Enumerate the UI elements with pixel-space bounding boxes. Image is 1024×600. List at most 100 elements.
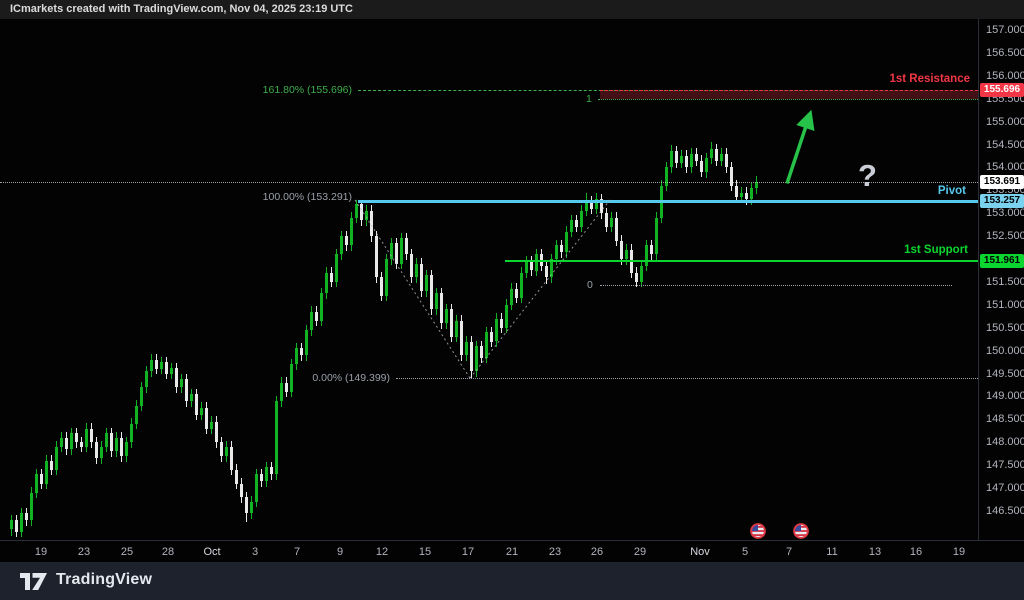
candle <box>80 442 83 447</box>
candle <box>615 218 618 241</box>
tradingview-logo-icon[interactable] <box>20 573 48 595</box>
up-arrow-annotation <box>787 117 809 183</box>
candle <box>755 182 758 188</box>
candle <box>505 305 508 328</box>
footer-bar: TradingView <box>0 562 1024 600</box>
resistance-label[interactable]: 1st Resistance <box>889 73 970 85</box>
candle <box>90 429 93 443</box>
extension-0-line[interactable] <box>600 285 952 286</box>
time-tick: 29 <box>634 546 646 558</box>
candle <box>135 406 138 424</box>
candle <box>750 188 753 199</box>
candle <box>735 186 738 197</box>
candle <box>745 193 748 200</box>
last-price-box: 153.691 <box>980 175 1024 189</box>
candle <box>355 204 358 218</box>
candle <box>700 161 703 172</box>
candle <box>530 261 533 270</box>
extension-1-line[interactable] <box>598 99 978 100</box>
time-tick: 21 <box>506 546 518 558</box>
candle <box>710 149 713 158</box>
candle <box>105 433 108 447</box>
candle <box>510 289 513 305</box>
candle <box>230 447 233 470</box>
candle <box>150 360 153 371</box>
chart-canvas[interactable]: 1st Resistance 161.80% (155.696) 1 Pivot… <box>0 19 978 540</box>
candle <box>580 211 583 227</box>
tradingview-chart-screenshot: ICmarkets created with TradingView.com, … <box>0 0 1024 600</box>
candle <box>10 520 13 529</box>
candle <box>415 264 418 278</box>
candle <box>405 238 408 254</box>
price-tick: 147.500 <box>986 459 1024 471</box>
candle <box>305 330 308 355</box>
candle <box>515 289 518 298</box>
candle <box>570 220 573 231</box>
extension-0-label: 0 <box>587 279 593 291</box>
time-axis[interactable]: 19232528Oct37912151721232629Nov571113161… <box>0 540 1024 563</box>
candle <box>495 319 498 342</box>
price-tick: 156.000 <box>986 70 1024 82</box>
pivot-price-box: 153.257 <box>980 194 1024 208</box>
candle <box>395 243 398 264</box>
candle <box>610 218 613 227</box>
time-tick: 26 <box>591 546 603 558</box>
price-tick: 155.000 <box>986 116 1024 128</box>
candle <box>620 241 623 259</box>
price-tick: 157.000 <box>986 24 1024 36</box>
price-tick: 151.500 <box>986 276 1024 288</box>
price-tick: 150.500 <box>986 322 1024 334</box>
candle <box>425 275 428 291</box>
price-tick: 149.000 <box>986 390 1024 402</box>
resistance-price-box: 155.696 <box>980 83 1024 97</box>
price-tick: 146.500 <box>986 505 1024 517</box>
resistance-line[interactable] <box>600 90 978 91</box>
chart-title: ICmarkets created with TradingView.com, … <box>10 0 353 19</box>
candle <box>125 442 128 456</box>
support-line[interactable] <box>505 260 978 262</box>
last-price-line <box>0 182 978 183</box>
candle <box>215 422 218 443</box>
candle <box>740 193 743 198</box>
price-tick: 149.500 <box>986 368 1024 380</box>
candle <box>375 236 378 277</box>
time-tick: 25 <box>121 546 133 558</box>
candle <box>500 319 503 328</box>
time-tick: 13 <box>869 546 881 558</box>
candle <box>635 273 638 282</box>
support-label[interactable]: 1st Support <box>904 244 968 256</box>
candle <box>180 379 183 387</box>
candle <box>690 154 693 168</box>
extension-1-label: 1 <box>586 93 592 105</box>
title-bar: ICmarkets created with TradingView.com, … <box>0 0 1024 20</box>
candle <box>575 220 578 227</box>
candle <box>300 348 303 355</box>
tradingview-wordmark[interactable]: TradingView <box>56 571 152 589</box>
candle <box>435 293 438 309</box>
pivot-label[interactable]: Pivot <box>938 185 966 197</box>
candle <box>175 368 178 387</box>
time-tick: 3 <box>252 546 258 558</box>
us-flag-event-icon[interactable] <box>750 523 766 539</box>
us-flag-event-icon[interactable] <box>793 523 809 539</box>
candle <box>705 158 708 172</box>
candle <box>485 332 488 357</box>
candle <box>280 383 283 401</box>
candle <box>100 447 103 458</box>
pivot-line[interactable] <box>358 200 978 203</box>
candle <box>95 442 98 458</box>
candle <box>155 360 158 369</box>
candle <box>235 470 238 484</box>
question-mark-annotation[interactable]: ? <box>858 158 877 194</box>
price-axis[interactable]: 157.000156.500156.000155.500155.000154.5… <box>978 19 1024 540</box>
fib-0-line[interactable] <box>396 378 978 379</box>
candle <box>85 429 88 447</box>
time-tick: 15 <box>419 546 431 558</box>
candle <box>35 474 38 492</box>
candle <box>480 346 483 357</box>
price-tick: 150.000 <box>986 345 1024 357</box>
candle <box>520 273 523 298</box>
candle <box>45 461 48 484</box>
candle <box>465 342 468 356</box>
candle <box>285 383 288 392</box>
